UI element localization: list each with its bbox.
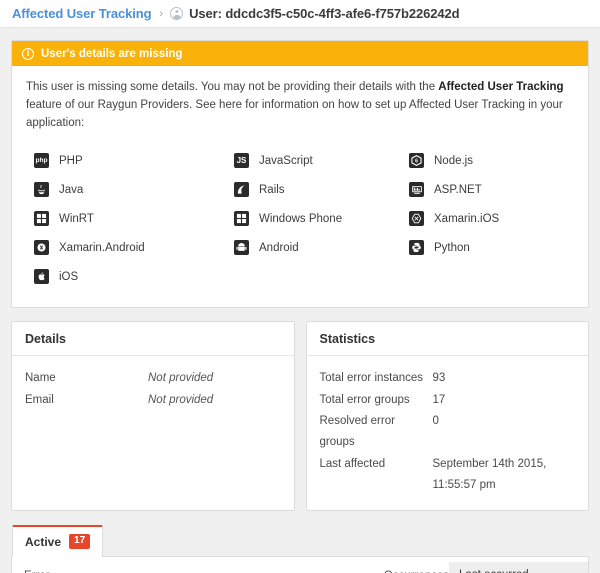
rails-icon [234,182,249,198]
javascript-icon: JS [234,153,249,169]
column-header-error: Error [24,557,384,573]
windows-icon [34,211,49,227]
windows-phone-icon [234,211,249,227]
provider-label: JavaScript [259,154,313,167]
statistics-value: 0 [432,414,439,427]
details-row: Name Not provided [25,368,281,389]
details-row: Email Not provided [25,390,281,411]
provider-label: ASP.NET [434,183,482,196]
provider-item-aspnet[interactable]: ASP.NET [409,175,574,204]
provider-label: Xamarin.iOS [434,212,500,225]
provider-label: Windows Phone [259,212,343,225]
missing-details-panel: i User's details are missing This user i… [11,40,589,309]
page-content: i User's details are missing This user i… [0,28,600,573]
info-circle-icon: i [22,47,34,60]
provider-list: php PHP JS JavaScript 6 Node.js Java Rai… [26,146,574,291]
provider-item-nodejs[interactable]: 6 Node.js [409,146,574,175]
provider-label: Node.js [434,154,473,167]
column-header-last-occurred-cell: Last occurred [449,557,588,573]
user-circle-icon [170,7,184,20]
details-key: Email [25,393,54,406]
missing-details-header: i User's details are missing [12,41,588,66]
java-icon [34,182,49,198]
details-value: Not provided [148,372,214,385]
column-header-occurrences: Occurrences [383,557,450,573]
xamarin-android-icon [34,240,49,256]
details-key: Name [25,372,56,385]
provider-label: WinRT [59,212,94,225]
description-emphasis: Affected User Tracking [438,81,564,93]
statistics-panel: Statistics Total error instances 93 Tota… [305,321,589,512]
statistics-value: 93 [432,372,446,385]
provider-item-xamarin-ios[interactable]: Xamarin.iOS [409,204,574,233]
provider-item-rails[interactable]: Rails [234,175,409,204]
breadcrumb-link-affected-user-tracking[interactable]: Affected User Tracking [12,6,152,21]
provider-item-windows-phone[interactable]: Windows Phone [234,204,409,233]
statistics-key: Total error instances [319,372,424,385]
sort-dropdown-last-occurred[interactable]: Last occurred [449,562,588,573]
errors-table-header: Error Occurrences Last occurred [24,557,588,573]
details-panel: Details Name Not provided Email Not prov… [11,321,295,512]
provider-label: iOS [59,270,79,283]
provider-item-java[interactable]: Java [34,175,234,204]
python-icon [409,240,424,256]
tab-active-label: Active [25,534,62,549]
statistics-value: 17 [432,393,446,406]
errors-table: Error Occurrences Last occurred Error: N… [24,557,588,573]
missing-details-description: This user is missing some details. You m… [26,79,574,132]
description-prefix: This user is missing some details. You m… [26,81,439,93]
statistics-row: Resolved error groups 0 [320,411,576,454]
provider-item-android[interactable]: Android [234,233,409,262]
breadcrumb: Affected User Tracking › User: ddcdc3f5-… [0,0,600,28]
statistics-row: Total error groups 17 [320,390,576,411]
table-header-row: Error Occurrences Last occurred [24,557,588,573]
page-title: User: ddcdc3f5-c50c-4ff3-afe6-f757b22624… [189,6,460,21]
errors-table-panel: Error Occurrences Last occurred Error: N… [11,556,589,573]
provider-item-winrt[interactable]: WinRT [34,204,234,233]
provider-label: Java [59,183,84,196]
apple-icon [34,269,49,285]
aspnet-icon [409,182,424,198]
provider-label: Rails [259,183,285,196]
provider-item-php[interactable]: php PHP [34,146,234,175]
info-columns: Details Name Not provided Email Not prov… [11,321,589,512]
provider-label: Python [434,241,470,254]
provider-item-python[interactable]: Python [409,233,574,262]
provider-label: Android [259,241,299,254]
statistics-key: Total error groups [319,393,410,406]
statistics-row: Total error instances 93 [320,368,576,389]
error-tabs: Active 17 [11,524,589,558]
missing-details-body: This user is missing some details. You m… [12,66,588,307]
details-panel-title: Details [12,322,294,357]
details-value: Not provided [148,393,214,406]
missing-details-title: User's details are missing [41,47,183,60]
description-suffix: feature of our Raygun Providers. See her… [26,98,563,129]
xamarin-ios-icon [409,211,424,227]
provider-item-xamarin-android[interactable]: Xamarin.Android [34,233,234,262]
provider-label: Xamarin.Android [59,241,145,254]
statistics-panel-title: Statistics [306,322,588,357]
statistics-value: September 14th 2015, 11:55:57 pm [432,457,547,491]
provider-item-javascript[interactable]: JS JavaScript [234,146,409,175]
svg-text:6: 6 [415,159,418,165]
statistics-row: Last affected September 14th 2015, 11:55… [320,454,576,497]
php-icon: php [34,153,49,169]
nodejs-icon: 6 [409,153,424,169]
statistics-panel-body: Total error instances 93 Total error gro… [307,356,589,510]
provider-item-ios[interactable]: iOS [34,262,234,291]
sort-dropdown-label: Last occurred [459,569,529,573]
tab-active[interactable]: Active 17 [12,525,104,558]
provider-label: PHP [59,154,83,167]
statistics-key: Last affected [319,457,386,470]
statistics-key: Resolved error groups [319,414,395,449]
tab-active-badge: 17 [69,534,91,550]
breadcrumb-separator: › [159,7,164,20]
details-panel-body: Name Not provided Email Not provided [12,356,294,446]
android-icon [234,240,249,256]
